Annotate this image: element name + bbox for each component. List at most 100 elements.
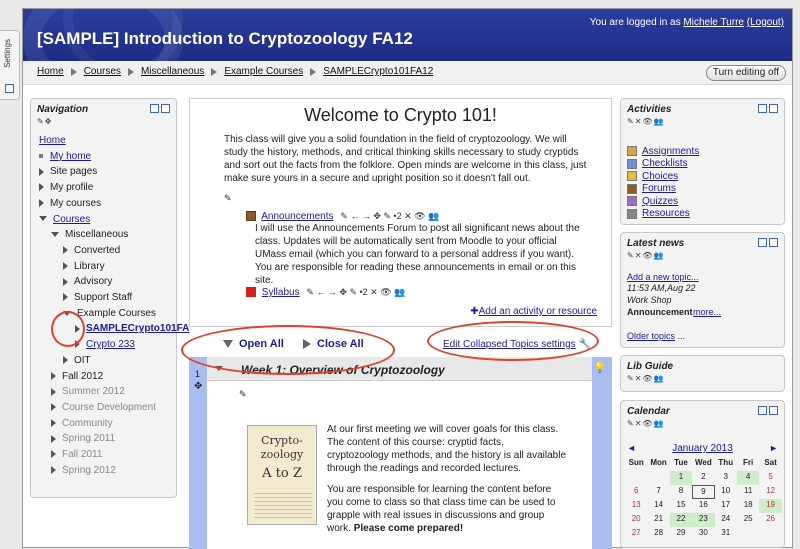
calendar-day[interactable]: 6 — [625, 485, 647, 499]
nav-item[interactable]: Support Staff — [63, 292, 132, 303]
calendar-day[interactable]: 14 — [647, 499, 669, 513]
turn-editing-off-button[interactable]: Turn editing off — [705, 65, 786, 81]
latest-news-title: Latest news — [627, 238, 685, 249]
activity-list-item[interactable]: Resources — [627, 208, 699, 221]
breadcrumb-courses[interactable]: Courses — [84, 66, 121, 77]
user-name-link[interactable]: Michele Turre — [683, 17, 744, 28]
collapse-block-icon[interactable] — [769, 238, 778, 247]
block-edit-icons[interactable]: ✎✕👁👥 — [627, 117, 665, 126]
block-edit-icons[interactable]: ✎✕👁👥 — [627, 419, 665, 428]
week-1-section: 1 ✥ 💡 Week 1: Overview of Cryptozoology … — [189, 357, 612, 549]
highlight-toggle-icon[interactable]: 💡 — [594, 363, 606, 374]
nav-item[interactable]: My profile — [39, 182, 93, 193]
calendar-next-month-icon[interactable]: ► — [769, 443, 778, 453]
block-edit-icons[interactable]: ✎✥ — [37, 117, 52, 126]
calendar-day[interactable]: 2 — [692, 471, 714, 485]
activity-list-item[interactable]: Checklists — [627, 158, 699, 171]
collapse-block-icon[interactable] — [769, 406, 778, 415]
edit-summary-icon[interactable]: ✎ — [239, 389, 247, 400]
activity-list-item[interactable]: Assignments — [627, 145, 699, 158]
calendar-day[interactable]: 23 — [692, 513, 715, 527]
move-section-icon[interactable]: ✥ — [194, 381, 202, 392]
calendar-day[interactable]: 15 — [670, 499, 692, 513]
nav-item[interactable]: Summer 2012 — [51, 386, 125, 397]
week-1-paragraph-1: At our first meeting we will cover goals… — [327, 424, 567, 474]
older-topics-link[interactable]: Older topics ... — [627, 331, 685, 341]
calendar-day[interactable]: 10 — [715, 485, 737, 499]
syllabus-link[interactable]: Syllabus — [262, 287, 300, 298]
nav-item[interactable]: OIT — [63, 355, 91, 366]
nav-item[interactable]: Community — [51, 418, 113, 429]
nav-item[interactable]: My courses — [39, 198, 101, 209]
block-edit-icons[interactable]: ✎✕👁👥 — [627, 251, 665, 260]
site-title[interactable]: [SAMPLE] Introduction to Cryptozoology F… — [37, 29, 413, 49]
activity-type-icon — [627, 208, 637, 219]
calendar-day[interactable]: 21 — [647, 513, 669, 527]
calendar-day[interactable]: 1 — [669, 471, 693, 485]
calendar-day[interactable]: 16 — [692, 499, 714, 513]
pdf-icon — [246, 287, 256, 298]
nav-item[interactable]: SAMPLECrypto101FA — [75, 323, 189, 334]
activity-list-item[interactable]: Forums — [627, 183, 699, 196]
settings-tab[interactable]: Settings — [0, 30, 20, 100]
nav-item[interactable]: Course Development — [51, 402, 156, 413]
calendar-day[interactable]: 19 — [759, 499, 782, 513]
nav-item[interactable]: Fall 2012 — [51, 371, 103, 382]
calendar-day[interactable]: 7 — [647, 485, 669, 499]
nav-item[interactable]: Home — [39, 135, 66, 146]
edit-summary-icon[interactable]: ✎ — [224, 193, 232, 204]
calendar-day[interactable]: 20 — [625, 513, 647, 527]
calendar-day[interactable]: 11 — [737, 485, 759, 499]
calendar-day[interactable]: 13 — [625, 499, 647, 513]
activity-edit-icons[interactable]: ✎ ← → ✥ ✎ •2 ✕ 👁 👥 — [306, 287, 405, 297]
nav-item[interactable]: Spring 2012 — [51, 465, 116, 476]
add-activity-link[interactable]: ✚Add an activity or resource — [470, 306, 597, 317]
activity-list-item[interactable]: Choices — [627, 170, 699, 183]
breadcrumb-separator-icon — [127, 67, 134, 76]
news-more-link[interactable]: more... — [693, 307, 721, 317]
nav-item[interactable]: Library — [63, 261, 105, 272]
nav-item[interactable]: Courses — [39, 214, 90, 225]
collapse-block-icon[interactable] — [769, 104, 778, 113]
nav-item[interactable]: Crypto 233 — [75, 339, 135, 350]
activity-edit-icons[interactable]: ✎ ← → ✥ ✎ •2 ✕ 👁 👥 — [340, 211, 439, 221]
nav-item[interactable]: Advisory — [63, 276, 112, 287]
add-topic-link[interactable]: Add a new topic... — [627, 272, 699, 282]
calendar-day[interactable]: 26 — [759, 513, 781, 527]
block-edit-icons[interactable]: ✎✕👁👥 — [627, 374, 665, 383]
block-dock-icon[interactable] — [5, 84, 14, 93]
nav-item[interactable]: My home — [39, 151, 91, 162]
dock-block-icon[interactable] — [758, 104, 767, 113]
dock-block-icon[interactable] — [150, 104, 159, 113]
calendar-day[interactable]: 17 — [715, 499, 737, 513]
collapse-block-icon[interactable] — [161, 104, 170, 113]
calendar-day[interactable]: 3 — [715, 471, 737, 485]
activity-link-label: Choices — [642, 170, 679, 182]
calendar-month-link[interactable]: January 2013 — [621, 443, 784, 454]
calendar-day[interactable]: 8 — [670, 485, 692, 499]
breadcrumb-current-course[interactable]: SAMPLECrypto101FA12 — [323, 66, 433, 77]
block-controls — [758, 104, 778, 113]
calendar-day[interactable]: 9 — [692, 485, 715, 499]
calendar-day[interactable]: 22 — [669, 513, 693, 527]
nav-item[interactable]: Converted — [63, 245, 120, 256]
dock-block-icon[interactable] — [758, 406, 767, 415]
calendar-day[interactable]: 5 — [759, 471, 781, 485]
calendar-day[interactable]: 25 — [737, 513, 759, 527]
activity-list-item[interactable]: Quizzes — [627, 195, 699, 208]
nav-item[interactable]: Site pages — [39, 166, 97, 177]
breadcrumb-miscellaneous[interactable]: Miscellaneous — [141, 66, 204, 77]
calendar-day-header: Thu — [718, 458, 734, 467]
nav-item[interactable]: Miscellaneous — [51, 229, 128, 240]
breadcrumb-home[interactable]: Home — [37, 66, 64, 77]
dock-block-icon[interactable] — [758, 238, 767, 247]
calendar-day[interactable]: 24 — [715, 513, 737, 527]
calendar-day[interactable]: 12 — [759, 485, 781, 499]
nav-item[interactable]: Fall 2011 — [51, 449, 102, 460]
announcements-link[interactable]: Announcements — [261, 211, 333, 222]
breadcrumb-example-courses[interactable]: Example Courses — [224, 66, 303, 77]
logout-link[interactable]: (Logout) — [747, 17, 784, 28]
nav-item[interactable]: Spring 2011 — [51, 433, 115, 444]
calendar-day[interactable]: 4 — [736, 471, 760, 485]
calendar-day[interactable]: 18 — [737, 499, 759, 513]
